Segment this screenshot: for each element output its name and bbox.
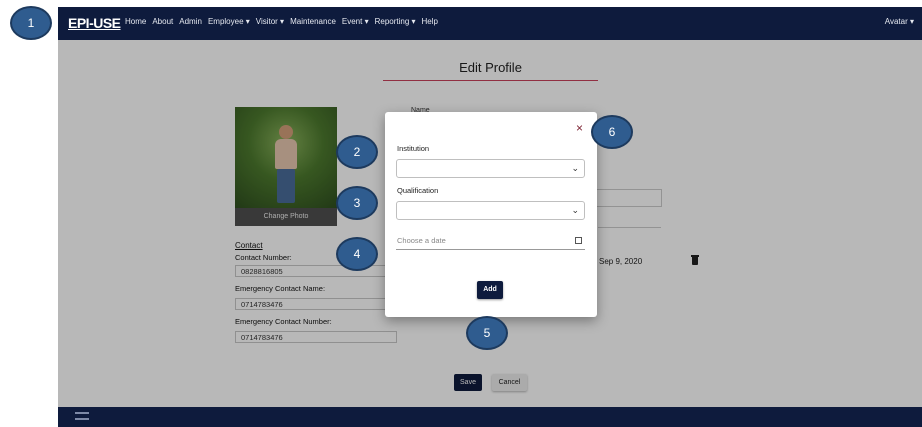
footer-grid-icon: [75, 412, 89, 420]
top-navbar: EPI-USE Home About Admin Employee ▾ Visi…: [58, 7, 922, 40]
callout-2: 2: [336, 135, 378, 169]
add-qualification-dialog: × Institution ⌄ Qualification ⌄ Choose a…: [385, 112, 597, 317]
callout-6: 6: [591, 115, 633, 149]
date-picker-input[interactable]: Choose a date: [396, 236, 585, 250]
qualification-label: Qualification: [397, 186, 439, 195]
callout-3: 3: [336, 186, 378, 220]
callout-4: 4: [336, 237, 378, 271]
nav-home[interactable]: Home: [125, 17, 146, 26]
callout-1: 1: [10, 6, 52, 40]
institution-select[interactable]: ⌄: [396, 159, 585, 178]
brand-logo[interactable]: EPI-USE: [68, 15, 121, 31]
nav-about[interactable]: About: [152, 17, 173, 26]
callout-5: 5: [466, 316, 508, 350]
add-button[interactable]: Add: [477, 281, 503, 299]
nav-maintenance[interactable]: Maintenance: [290, 17, 336, 26]
nav-help[interactable]: Help: [422, 17, 438, 26]
close-icon[interactable]: ×: [576, 121, 583, 135]
avatar-menu[interactable]: Avatar ▾: [885, 17, 914, 26]
institution-label: Institution: [397, 144, 430, 153]
nav-reporting-dropdown[interactable]: Reporting ▾: [375, 17, 416, 26]
chevron-down-icon: ⌄: [571, 205, 579, 215]
nav-menu: Home About Admin Employee ▾ Visitor ▾ Ma…: [125, 17, 438, 26]
chevron-down-icon: ⌄: [571, 163, 579, 173]
app-window: EPI-USE Home About Admin Employee ▾ Visi…: [58, 7, 922, 427]
date-placeholder: Choose a date: [397, 236, 446, 245]
qualification-select[interactable]: ⌄: [396, 201, 585, 220]
nav-admin[interactable]: Admin: [179, 17, 202, 26]
nav-employee-dropdown[interactable]: Employee ▾: [208, 17, 250, 26]
nav-event-dropdown[interactable]: Event ▾: [342, 17, 369, 26]
nav-visitor-dropdown[interactable]: Visitor ▾: [256, 17, 284, 26]
calendar-icon[interactable]: [575, 237, 582, 244]
footer-bar: [58, 407, 922, 427]
